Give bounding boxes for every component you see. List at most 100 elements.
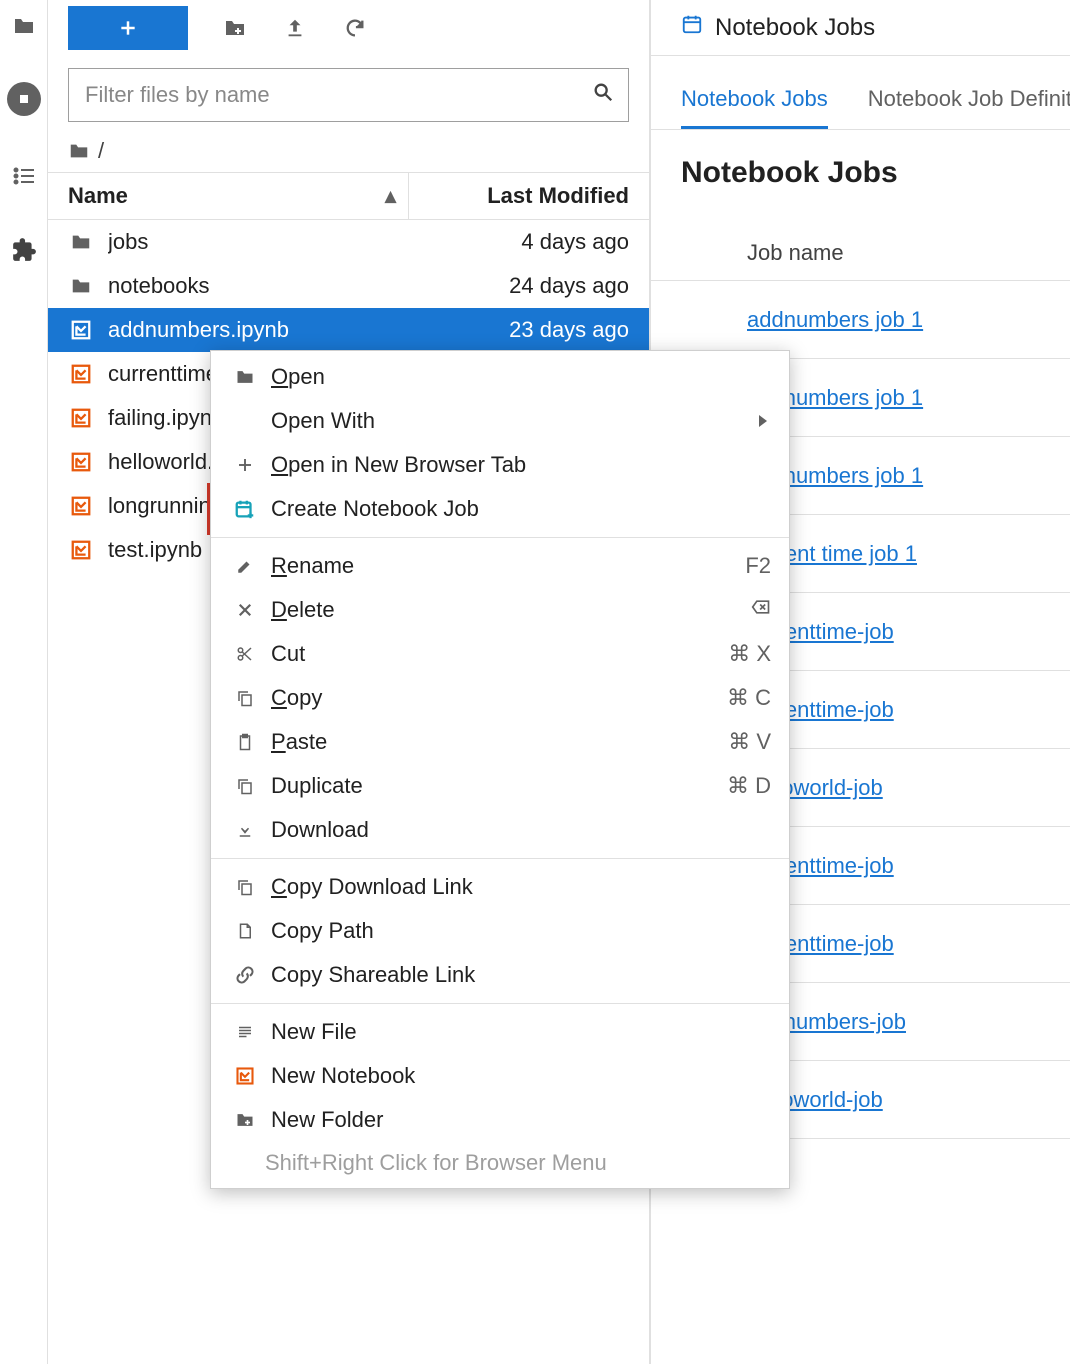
plus-icon <box>229 456 261 474</box>
calendar-icon <box>229 498 261 520</box>
menu-label: Download <box>271 817 369 843</box>
menu-label: Open in New Browser Tab <box>271 452 526 478</box>
file-row[interactable]: addnumbers.ipynb23 days ago <box>48 308 649 352</box>
copy-icon <box>229 777 261 795</box>
menu-shortcut: ⌘ C <box>727 685 771 711</box>
new-folder-icon[interactable] <box>222 15 248 41</box>
menu-label: New Folder <box>271 1107 383 1133</box>
menu-label: Cut <box>271 641 305 667</box>
lines-icon <box>229 1023 261 1041</box>
menu-label: Copy Path <box>271 918 374 944</box>
copy-icon <box>229 689 261 707</box>
menu-item-duplicate[interactable]: Duplicate ⌘ D <box>211 764 789 808</box>
tab-notebook-job-definitions[interactable]: Notebook Job Definitions <box>868 86 1070 129</box>
context-menu: Open Open With Open in New Browser Tab Crea… <box>210 350 790 1189</box>
download-icon <box>229 821 261 839</box>
menu-item-copy-download-link[interactable]: Copy Download Link <box>211 865 789 909</box>
notebook-icon <box>229 1066 261 1086</box>
menu-item-new-notebook[interactable]: New Notebook <box>211 1054 789 1098</box>
notebook-icon <box>68 361 94 387</box>
menu-label: Copy Download Link <box>271 874 473 900</box>
paste-icon <box>229 733 261 751</box>
refresh-icon[interactable] <box>342 15 368 41</box>
jobs-heading: Notebook Jobs <box>651 130 1070 200</box>
menu-label: Delete <box>271 597 335 623</box>
pencil-icon <box>229 557 261 575</box>
filter-input[interactable] <box>83 81 592 109</box>
file-name: notebooks <box>108 273 429 299</box>
menu-label: Rename <box>271 553 354 579</box>
tabs: Notebook Jobs Notebook Job Definitions <box>651 56 1070 130</box>
upload-icon[interactable] <box>282 15 308 41</box>
notebook-icon <box>68 449 94 475</box>
menu-item-open-in-new-browser-tab[interactable]: Open in New Browser Tab <box>211 443 789 487</box>
file-modified: 24 days ago <box>429 273 629 299</box>
search-icon <box>592 81 614 109</box>
file-name: jobs <box>108 229 429 255</box>
list-icon[interactable] <box>10 162 38 190</box>
col-modified[interactable]: Last Modified <box>409 183 649 209</box>
file-toolbar <box>48 0 649 56</box>
menu-item-new-folder[interactable]: New Folder <box>211 1098 789 1142</box>
running-icon[interactable] <box>7 82 41 116</box>
menu-item-copy[interactable]: Copy ⌘ C <box>211 676 789 720</box>
job-link[interactable]: addnumbers job 1 <box>747 307 923 333</box>
calendar-icon <box>681 13 703 42</box>
file-row[interactable]: jobs4 days ago <box>48 220 649 264</box>
file-modified: 23 days ago <box>429 317 629 343</box>
folderplus-icon <box>229 1110 261 1130</box>
menu-item-new-file[interactable]: New File <box>211 1010 789 1054</box>
notebook-icon <box>68 317 94 343</box>
new-launcher-button[interactable] <box>68 6 188 50</box>
file-row[interactable]: notebooks24 days ago <box>48 264 649 308</box>
activity-bar <box>0 0 48 1364</box>
x-icon <box>229 601 261 619</box>
menu-shortcut: ⌘ V <box>728 729 771 755</box>
menu-label: New File <box>271 1019 357 1045</box>
menu-item-open-with[interactable]: Open With <box>211 399 789 443</box>
file-modified: 4 days ago <box>429 229 629 255</box>
col-name[interactable]: Name <box>68 183 128 209</box>
menu-shortcut: ⌘ X <box>728 641 771 667</box>
scissors-icon <box>229 645 261 663</box>
file-list-header: Name ▴ Last Modified <box>48 172 649 220</box>
menu-item-cut[interactable]: Cut ⌘ X <box>211 632 789 676</box>
menu-item-create-notebook-job[interactable]: Create Notebook Job <box>211 487 789 531</box>
menu-label: Open <box>271 364 325 390</box>
menu-item-open[interactable]: Open <box>211 355 789 399</box>
menu-shortcut: F2 <box>745 553 771 579</box>
menu-label: Duplicate <box>271 773 363 799</box>
menu-label: Copy <box>271 685 322 711</box>
menu-label: Open With <box>271 408 375 434</box>
menu-label: Copy Shareable Link <box>271 962 475 988</box>
notebook-icon <box>68 405 94 431</box>
menu-item-copy-path[interactable]: Copy Path <box>211 909 789 953</box>
link-icon <box>229 965 261 985</box>
menu-item-delete[interactable]: Delete <box>211 588 789 632</box>
menu-item-rename[interactable]: Rename F2 <box>211 544 789 588</box>
panel-title-text: Notebook Jobs <box>715 14 875 42</box>
menu-item-download[interactable]: Download <box>211 808 789 852</box>
menu-item-paste[interactable]: Paste ⌘ V <box>211 720 789 764</box>
menu-label: Paste <box>271 729 327 755</box>
copy-icon <box>229 878 261 896</box>
tab-notebook-jobs[interactable]: Notebook Jobs <box>681 86 828 129</box>
sort-caret-icon[interactable]: ▴ <box>385 183 396 209</box>
extensions-icon[interactable] <box>10 236 38 264</box>
notebook-icon <box>68 493 94 519</box>
folder-icon <box>68 229 94 255</box>
breadcrumb-path: / <box>98 138 104 164</box>
filter-box[interactable] <box>68 68 629 122</box>
jobs-table-header: Job name <box>651 200 1070 281</box>
job-row: addnumbers job 1 <box>651 281 1070 359</box>
menu-hint: Shift+Right Click for Browser Menu <box>211 1142 789 1176</box>
folder-icon <box>229 367 261 387</box>
menu-shortcut <box>751 597 771 623</box>
folder-icon[interactable] <box>10 12 38 40</box>
breadcrumb[interactable]: / <box>48 122 649 172</box>
page-icon <box>229 922 261 940</box>
menu-shortcut: ⌘ D <box>727 773 771 799</box>
notebook-icon <box>68 537 94 563</box>
menu-separator <box>211 537 789 538</box>
menu-item-copy-shareable-link[interactable]: Copy Shareable Link <box>211 953 789 997</box>
